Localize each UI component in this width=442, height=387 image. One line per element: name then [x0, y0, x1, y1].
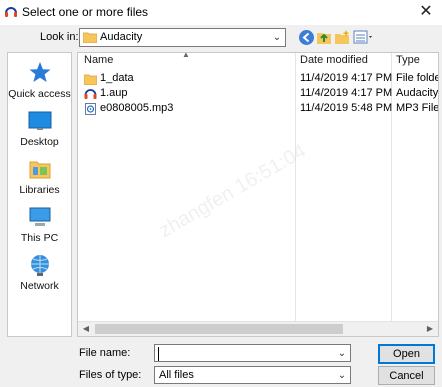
place-quick-access[interactable]: Quick access [8, 61, 71, 100]
folder-icon [84, 74, 97, 85]
scroll-left-icon[interactable]: ◀ [78, 322, 94, 336]
files-of-type-value: All files [159, 369, 194, 381]
up-folder-icon[interactable] [316, 29, 333, 46]
place-label: Desktop [20, 136, 59, 148]
chevron-down-icon[interactable]: ⌄ [334, 367, 350, 385]
file-open-dialog: Select one or more files ✕ Look in: Auda… [0, 0, 442, 387]
chevron-down-icon[interactable]: ⌄ [334, 345, 350, 363]
new-folder-icon[interactable] [334, 29, 351, 46]
files-of-type-label: Files of type: [79, 369, 142, 381]
place-this-pc[interactable]: This PC [8, 205, 71, 244]
file-row[interactable]: 1.aup 11/4/2019 4:17 PM Audacity I [78, 87, 439, 101]
files-of-type-dropdown[interactable]: All files ⌄ [154, 366, 351, 384]
place-desktop[interactable]: Desktop [8, 109, 71, 148]
file-type: Audacity I [396, 87, 439, 99]
look-in-value: Audacity [100, 31, 143, 43]
text-cursor [158, 347, 159, 361]
star-icon [29, 62, 50, 82]
chevron-down-icon[interactable]: ⌄ [269, 29, 285, 46]
cancel-button[interactable]: Cancel [378, 366, 435, 385]
file-name-label: File name: [79, 347, 131, 359]
view-menu-icon[interactable] [353, 29, 375, 46]
file-date: 11/4/2019 4:17 PM [300, 87, 393, 99]
horizontal-scrollbar[interactable]: ◀ ▶ [78, 321, 438, 336]
column-header-name[interactable]: Name [84, 54, 113, 70]
file-type: MP3 File [396, 102, 439, 114]
close-button[interactable]: ✕ [410, 0, 442, 25]
column-header-type[interactable]: Type [396, 54, 420, 70]
file-name: e0808005.mp3 [100, 102, 174, 114]
scroll-right-icon[interactable]: ▶ [422, 322, 438, 336]
file-name: 1_data [100, 72, 134, 84]
audacity-file-icon [84, 89, 97, 99]
computer-icon [29, 207, 50, 226]
place-label: This PC [20, 232, 59, 244]
place-label: Libraries [19, 184, 60, 196]
folder-icon [83, 32, 97, 43]
network-icon [30, 255, 49, 276]
file-name-input[interactable]: ⌄ [154, 344, 351, 362]
file-date: 11/4/2019 4:17 PM [300, 72, 393, 84]
column-header-date[interactable]: Date modified [300, 54, 368, 70]
file-type: File folder [396, 72, 438, 84]
mp3-file-icon [85, 103, 96, 115]
libraries-icon [29, 161, 50, 179]
place-label: Quick access [8, 88, 71, 100]
places-bar: Quick access Desktop Libraries This PC N… [7, 52, 72, 337]
place-label: Network [20, 280, 59, 292]
file-row[interactable]: 1_data 11/4/2019 4:17 PM File folder [78, 72, 438, 86]
open-button[interactable]: Open [378, 344, 435, 364]
file-name: 1.aup [100, 87, 128, 99]
file-date: 11/4/2019 5:48 PM [300, 102, 393, 114]
place-libraries[interactable]: Libraries [8, 157, 71, 196]
title-bar: Select one or more files ✕ [0, 0, 442, 25]
audacity-app-icon [5, 7, 17, 17]
look-in-label: Look in: [40, 31, 79, 43]
file-row[interactable]: e0808005.mp3 11/4/2019 5:48 PM MP3 File [78, 102, 439, 116]
scrollbar-thumb[interactable] [95, 324, 343, 334]
place-network[interactable]: Network [8, 253, 71, 292]
desktop-icon [28, 111, 51, 130]
file-list[interactable]: ▲ Name Date modified Type 1_data 11/4/20… [77, 52, 439, 337]
look-in-dropdown[interactable]: Audacity ⌄ [79, 28, 286, 47]
sort-ascending-icon: ▲ [182, 52, 190, 59]
back-arrow-icon[interactable] [298, 29, 315, 46]
window-title: Select one or more files [22, 5, 149, 19]
